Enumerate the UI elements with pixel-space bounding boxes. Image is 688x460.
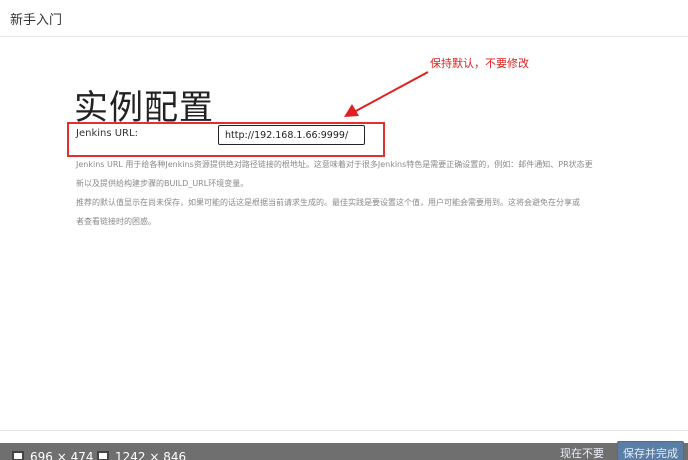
setup-wizard-page: 新手入门 保持默认，不要修改 实例配置 Jenkins URL: Jenkins…	[0, 0, 688, 460]
window-size-readout: 696 × 474	[12, 451, 94, 460]
footer-divider	[0, 430, 688, 431]
help-line: 推荐的默认值显示在尚未保存，如果可能的话这是根据当前请求生成的。最佳实践是要设置…	[76, 198, 580, 207]
screen-size-icon	[97, 451, 109, 460]
jenkins-url-label: Jenkins URL:	[76, 128, 138, 139]
url-help-text: Jenkins URL 用于给各种Jenkins资源提供绝对路径链接的根地址。这…	[76, 155, 616, 231]
screen-size-text: 1242 × 846	[115, 450, 187, 460]
window-size-icon	[12, 451, 24, 460]
window-size-text: 696 × 474	[30, 450, 94, 460]
save-and-finish-button[interactable]: 保存并完成	[617, 441, 684, 460]
help-line: 新以及提供给构建步骤的BUILD_URL环境变量。	[76, 179, 249, 188]
help-line: Jenkins URL 用于给各种Jenkins资源提供绝对路径链接的根地址。这…	[76, 160, 593, 169]
skip-button[interactable]: 现在不要	[560, 445, 604, 460]
jenkins-url-input[interactable]	[218, 125, 365, 145]
wizard-title: 新手入门	[10, 13, 63, 28]
annotation-text: 保持默认，不要修改	[430, 57, 529, 70]
screen-size-readout: 1242 × 846	[97, 451, 186, 460]
help-line: 者查看链接时的困惑。	[76, 217, 156, 226]
wizard-header: 新手入门	[0, 0, 688, 37]
